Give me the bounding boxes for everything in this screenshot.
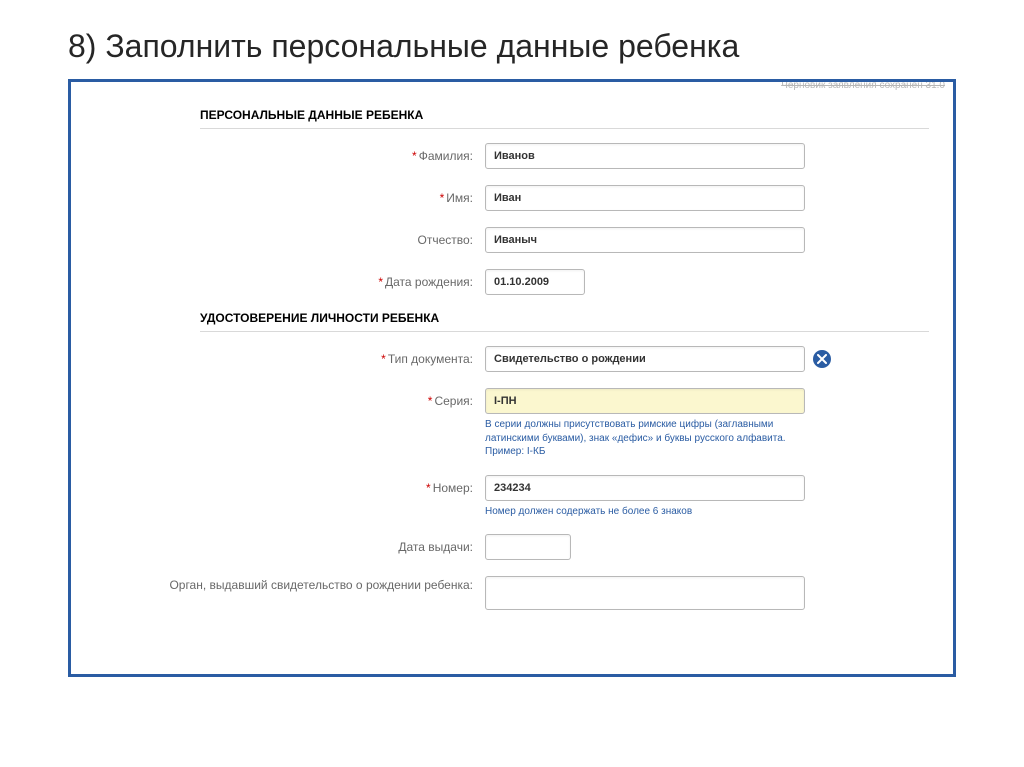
row-issuer: Орган, выдавший свидетельство о рождении… [95, 576, 929, 610]
label-series-text: Серия: [434, 394, 473, 408]
app-frame: Черновик заявления сохранен 31.0 ПЕРСОНА… [68, 79, 956, 677]
number-input[interactable] [485, 475, 805, 501]
row-name: *Имя: [95, 185, 929, 211]
issue-date-input[interactable] [485, 534, 571, 560]
doctype-input[interactable] [485, 346, 805, 372]
label-name-text: Имя: [446, 191, 473, 205]
series-input[interactable] [485, 388, 805, 414]
label-issuer: Орган, выдавший свидетельство о рождении… [95, 576, 485, 592]
label-issue-date: Дата выдачи: [95, 534, 485, 554]
patronymic-input[interactable] [485, 227, 805, 253]
row-issue-date: Дата выдачи: [95, 534, 929, 560]
slide-title: 8) Заполнить персональные данные ребенка [0, 0, 1024, 79]
label-patronymic: Отчество: [95, 227, 485, 247]
label-issuer-text: Орган, выдавший свидетельство о рождении… [169, 578, 473, 592]
row-birthdate: *Дата рождения: [95, 269, 929, 295]
label-patronymic-text: Отчество: [418, 233, 474, 247]
row-number: *Номер: Номер должен содержать не более … [95, 475, 929, 519]
label-series: *Серия: [95, 388, 485, 408]
birthdate-input[interactable] [485, 269, 585, 295]
number-hint: Номер должен содержать не более 6 знаков [485, 505, 805, 519]
series-hint: В серии должны присутствовать римские ци… [485, 418, 805, 459]
surname-input[interactable] [485, 143, 805, 169]
name-input[interactable] [485, 185, 805, 211]
label-doctype-text: Тип документа: [388, 352, 473, 366]
row-doctype: *Тип документа: [95, 346, 929, 372]
label-surname: *Фамилия: [95, 143, 485, 163]
row-surname: *Фамилия: [95, 143, 929, 169]
label-surname-text: Фамилия: [419, 149, 473, 163]
label-name: *Имя: [95, 185, 485, 205]
form-area: ПЕРСОНАЛЬНЫЕ ДАННЫЕ РЕБЕНКА *Фамилия: *И… [71, 82, 953, 610]
section-identity-header: УДОСТОВЕРЕНИЕ ЛИЧНОСТИ РЕБЕНКА [200, 311, 929, 332]
row-series: *Серия: В серии должны присутствовать ри… [95, 388, 929, 459]
label-doctype: *Тип документа: [95, 346, 485, 366]
label-birthdate-text: Дата рождения: [385, 275, 473, 289]
draft-status: Черновик заявления сохранен 31.0 [781, 80, 945, 91]
label-birthdate: *Дата рождения: [95, 269, 485, 289]
label-number-text: Номер: [433, 481, 473, 495]
issuer-input[interactable] [485, 576, 805, 610]
label-issue-date-text: Дата выдачи: [398, 540, 473, 554]
section-personal-header: ПЕРСОНАЛЬНЫЕ ДАННЫЕ РЕБЕНКА [200, 108, 929, 129]
row-patronymic: Отчество: [95, 227, 929, 253]
close-icon[interactable] [813, 350, 831, 368]
label-number: *Номер: [95, 475, 485, 495]
